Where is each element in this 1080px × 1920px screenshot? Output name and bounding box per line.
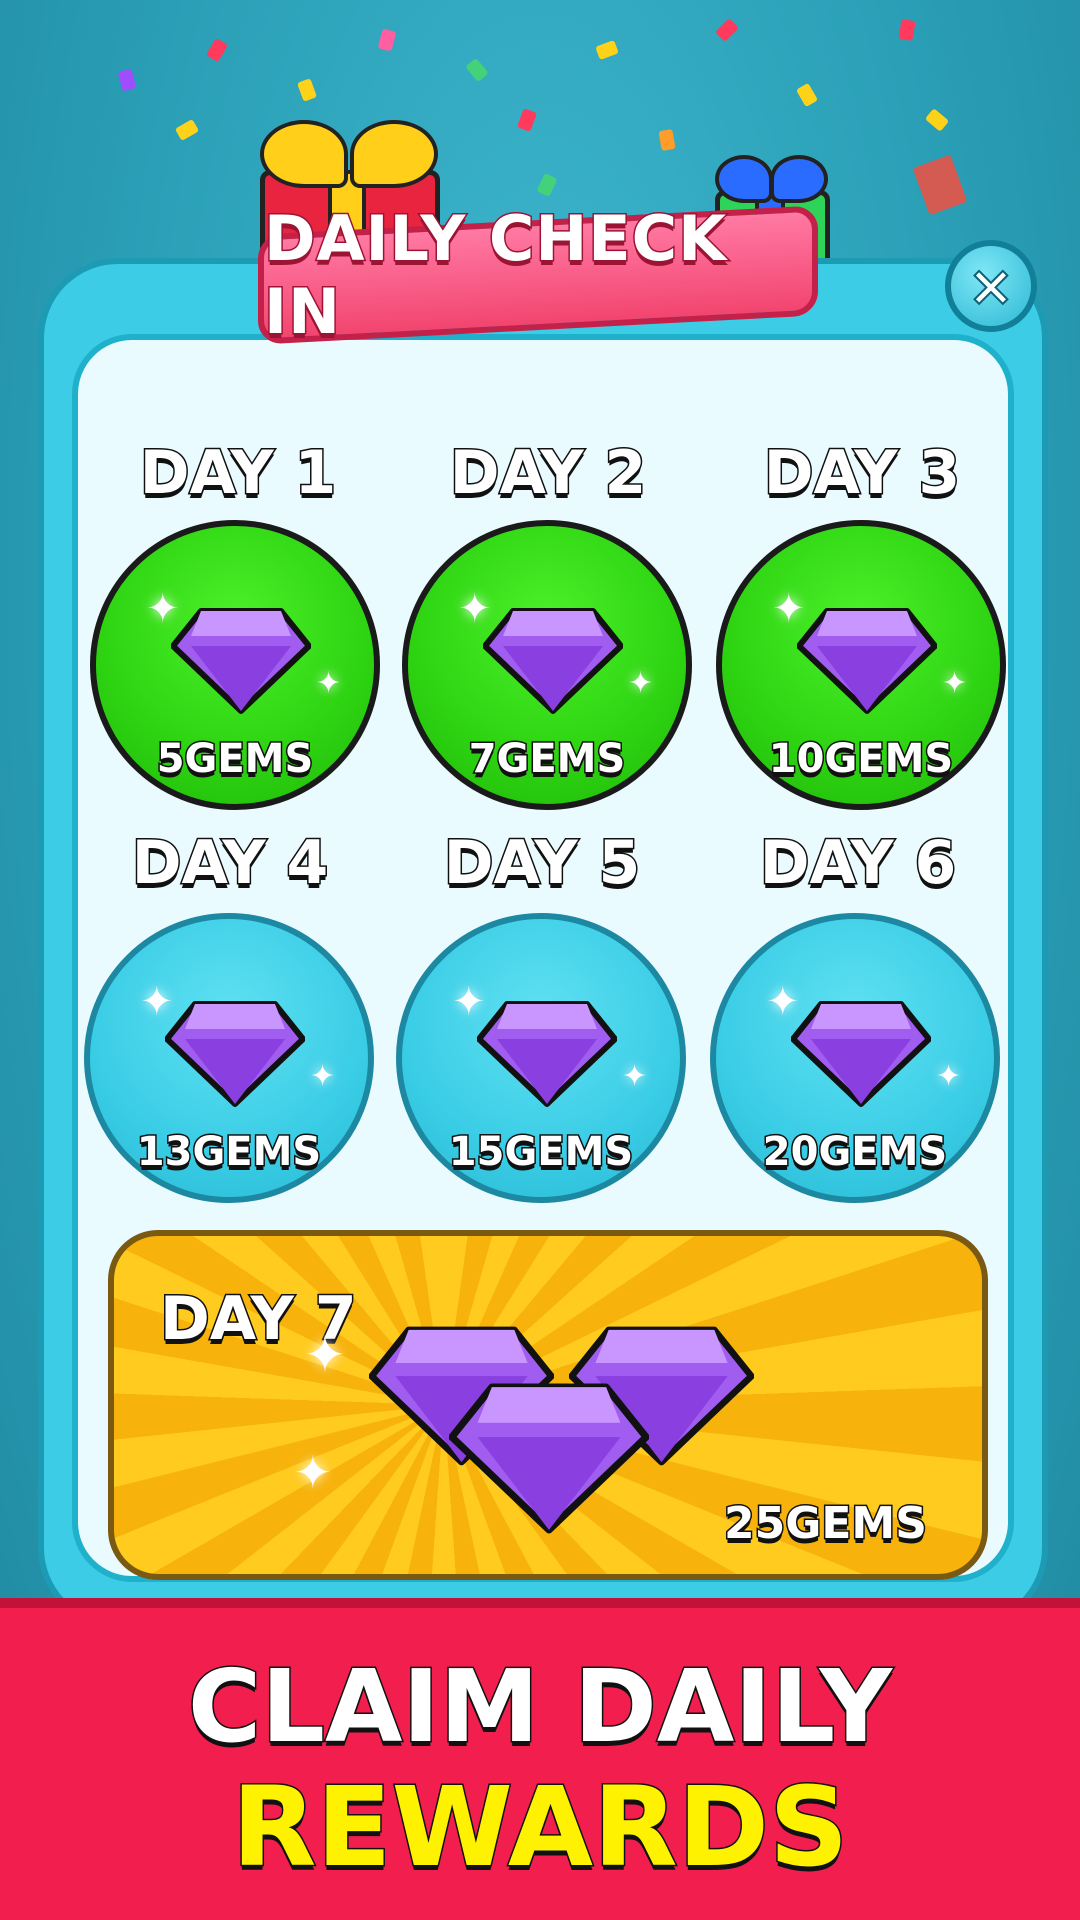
sparkle-icon: ✦	[936, 1059, 962, 1094]
day-1-amount: 5GEMS	[155, 735, 315, 784]
sparkle-icon: ✦	[452, 979, 486, 1025]
day-5-amount: 15GEMS	[447, 1128, 634, 1177]
day-7-amount: 25GEMS	[723, 1497, 929, 1551]
sparkle-icon: ✦	[628, 666, 654, 701]
day-3-reward[interactable]: ✦ ✦ 10GEMS	[716, 520, 1006, 810]
sparkle-icon: ✦	[772, 586, 806, 632]
close-button[interactable]: ×	[945, 240, 1037, 332]
sparkle-icon: ✦	[766, 979, 800, 1025]
purple-gem-icon	[477, 1001, 617, 1107]
sparkle-icon: ✦	[622, 1059, 648, 1094]
day-5-reward[interactable]: ✦ ✦ 15GEMS	[396, 913, 686, 1203]
day-6-label: DAY 6	[758, 827, 958, 900]
promo-line-1: CLAIM DAILY	[186, 1647, 893, 1767]
day-2-reward[interactable]: ✦ ✦ 7GEMS	[402, 520, 692, 810]
banner-ribbon: DAILY CHECK IN	[258, 201, 818, 350]
day-2-label: DAY 2	[448, 437, 648, 510]
purple-gem-icon	[171, 608, 311, 714]
sparkle-icon: ✦	[304, 1326, 346, 1384]
day-4-label: DAY 4	[130, 827, 330, 900]
day-3-amount: 10GEMS	[767, 735, 954, 784]
sparkle-icon: ✦	[316, 666, 342, 701]
title-banner: DAILY CHECK IN	[238, 201, 838, 360]
sparkle-icon: ✦	[310, 1059, 336, 1094]
close-icon: ×	[967, 253, 1016, 320]
purple-gem-icon	[165, 1001, 305, 1107]
day-4-amount: 13GEMS	[135, 1128, 322, 1177]
purple-gem-icon	[797, 608, 937, 714]
promo-line-2: REWARDS	[230, 1762, 850, 1893]
sparkle-icon: ✦	[294, 1446, 332, 1499]
day-1-reward[interactable]: ✦ ✦ 5GEMS	[90, 520, 380, 810]
day-2-amount: 7GEMS	[467, 735, 627, 784]
page-title: DAILY CHECK IN	[263, 201, 729, 350]
sparkle-icon: ✦	[140, 979, 174, 1025]
sparkle-icon: ✦	[942, 666, 968, 701]
day-6-amount: 20GEMS	[761, 1128, 948, 1177]
day-3-label: DAY 3	[762, 437, 962, 510]
day-1-label: DAY 1	[138, 437, 338, 510]
purple-gem-icon	[483, 608, 623, 714]
promo-banner: CLAIM DAILY REWARDS	[0, 1598, 1080, 1920]
purple-gem-icon	[791, 1001, 931, 1107]
day-4-reward[interactable]: ✦ ✦ 13GEMS	[84, 913, 374, 1203]
sparkle-icon: ✦	[458, 586, 492, 632]
day-7-reward[interactable]: DAY 7 ✦ ✦ 25GEMS	[108, 1230, 988, 1580]
day-6-reward[interactable]: ✦ ✦ 20GEMS	[710, 913, 1000, 1203]
purple-gem-icon	[449, 1383, 649, 1534]
day-5-label: DAY 5	[442, 827, 642, 900]
sparkle-icon: ✦	[146, 586, 180, 632]
